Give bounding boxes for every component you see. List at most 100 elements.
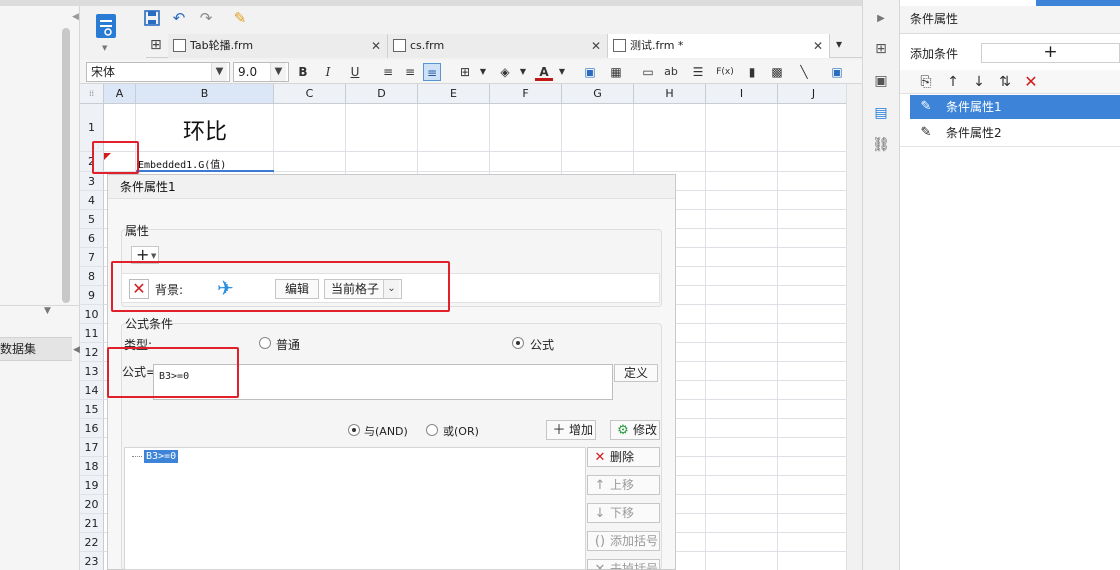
grid-view-icon[interactable]: ⊞ <box>150 37 162 53</box>
row-header[interactable]: 9 <box>80 286 104 305</box>
arrow-up-icon[interactable]: ↑ <box>943 72 963 92</box>
row-header[interactable]: 14 <box>80 381 104 400</box>
condition-attribute-icon[interactable]: ▤ <box>872 104 890 122</box>
column-header-a[interactable]: A <box>104 84 136 104</box>
column-header-b[interactable]: B <box>136 84 274 104</box>
collapse-left-arrow-icon[interactable]: ◀ <box>72 12 79 22</box>
expand-right-arrow-icon[interactable]: ▶ <box>872 10 890 28</box>
sub-report-icon[interactable]: ▣ <box>828 63 846 81</box>
type-normal-radio[interactable] <box>259 337 271 349</box>
chart-icon[interactable]: ▮ <box>743 63 761 81</box>
image-icon[interactable]: ▩ <box>768 63 786 81</box>
hyperlink-icon[interactable]: ⛓ <box>872 136 890 154</box>
chevron-down-icon[interactable]: ▼ <box>514 63 532 81</box>
column-header-j[interactable]: J <box>778 84 850 104</box>
left-panel-scrollbar[interactable] <box>62 28 70 303</box>
row-header[interactable]: 18 <box>80 457 104 476</box>
cell-b1[interactable]: 环比 <box>136 114 274 146</box>
italic-button[interactable]: I <box>319 63 337 81</box>
align-left-icon[interactable]: ≡ <box>379 63 397 81</box>
border-icon[interactable]: ⊞ <box>456 63 474 81</box>
report-logo-icon[interactable] <box>94 12 118 42</box>
font-color-button[interactable]: A <box>535 63 553 81</box>
row-header[interactable]: 13 <box>80 362 104 381</box>
column-header-d[interactable]: D <box>346 84 418 104</box>
insert-text-cell-button[interactable]: ab <box>662 63 680 81</box>
row-header[interactable]: 11 <box>80 324 104 343</box>
define-button[interactable]: 定义 <box>614 364 658 382</box>
close-tab-icon[interactable]: ✕ <box>591 34 601 58</box>
close-tab-icon[interactable]: ✕ <box>371 34 381 58</box>
font-size-select[interactable]: 9.0 ▼ <box>233 62 289 82</box>
tab-cs[interactable]: cs.frm ✕ <box>388 34 608 58</box>
row-header[interactable]: 19 <box>80 476 104 495</box>
chevron-down-icon[interactable]: ▼ <box>151 252 156 260</box>
merge-cell-icon[interactable]: ▦ <box>607 63 625 81</box>
row-header[interactable]: 3 <box>80 172 104 191</box>
chevron-down-icon[interactable]: ▼ <box>474 63 492 81</box>
slash-cell-icon[interactable]: ╲ <box>795 63 813 81</box>
insert-text-icon[interactable]: ▭ <box>639 63 657 81</box>
cell-property-icon[interactable]: ▣ <box>872 72 890 90</box>
row-header[interactable]: 6 <box>80 229 104 248</box>
row-header[interactable]: 16 <box>80 419 104 438</box>
row-header[interactable]: 17 <box>80 438 104 457</box>
condition-list[interactable] <box>124 447 586 570</box>
sheet-scrollbar[interactable] <box>846 84 862 570</box>
move-down-button[interactable]: ↓ 下移 <box>587 503 660 523</box>
row-header[interactable]: 7 <box>80 248 104 267</box>
collapse-arrow-icon[interactable]: ◀ <box>73 345 80 355</box>
column-header-h[interactable]: H <box>634 84 706 104</box>
row-header[interactable]: 4 <box>80 191 104 210</box>
column-header-f[interactable]: F <box>490 84 562 104</box>
condition-item-1[interactable]: ✎ 条件属性1 <box>910 95 1120 119</box>
cell-b2[interactable]: Embedded1.G(值) <box>138 156 226 171</box>
move-up-button[interactable]: ↑ 上移 <box>587 475 660 495</box>
format-brush-icon[interactable]: ✎ <box>230 8 250 28</box>
add-bracket-button[interactable]: () 添加括号 <box>587 531 660 551</box>
delete-x-icon[interactable]: ✕ <box>1021 72 1041 92</box>
underline-button[interactable]: U <box>346 63 364 81</box>
column-header-i[interactable]: I <box>706 84 778 104</box>
align-right-icon[interactable]: ≡ <box>423 63 441 81</box>
type-formula-radio[interactable] <box>512 337 524 349</box>
add-condition-button[interactable]: + <box>981 43 1120 63</box>
dataset-tab[interactable]: 数据集 <box>0 337 72 361</box>
remove-bracket-button[interactable]: ✕ 去掉括号 <box>587 559 660 570</box>
arrow-down-icon[interactable]: ↓ <box>969 72 989 92</box>
or-radio[interactable] <box>426 424 438 436</box>
align-center-icon[interactable]: ≡ <box>401 63 419 81</box>
bold-button[interactable]: B <box>294 63 312 81</box>
tab-test[interactable]: 测试.frm * ✕ <box>608 34 830 58</box>
row-header[interactable]: 15 <box>80 400 104 419</box>
layout-icon[interactable]: ⊞ <box>872 40 890 58</box>
select-all-corner[interactable]: ⁞⁞ <box>80 84 104 104</box>
formula-button[interactable]: F(x) <box>714 63 736 81</box>
font-family-select[interactable]: 宋体 ▼ <box>86 62 230 82</box>
chevron-down-icon[interactable]: ▼ <box>553 63 571 81</box>
tab-tab-carousel[interactable]: Tab轮播.frm ✕ <box>168 34 388 58</box>
insert-cell-icon[interactable]: ▣ <box>581 63 599 81</box>
paragraph-icon[interactable]: ☰ <box>689 63 707 81</box>
and-radio[interactable] <box>348 424 360 436</box>
add-condition-row-button[interactable]: ＋增加 <box>546 420 596 440</box>
fill-color-icon[interactable]: ◈ <box>496 63 514 81</box>
row-header[interactable]: 21 <box>80 514 104 533</box>
expand-down-arrow-icon[interactable]: ▼ <box>44 306 51 316</box>
row-header[interactable]: 23 <box>80 552 104 570</box>
tab-overflow-icon[interactable]: ▾ <box>836 37 842 51</box>
column-header-g[interactable]: G <box>562 84 634 104</box>
undo-icon[interactable]: ↶ <box>169 8 189 28</box>
logo-caret-icon[interactable]: ▼ <box>102 44 107 52</box>
row-header[interactable]: 22 <box>80 533 104 552</box>
modify-button[interactable]: ⚙ 修改 <box>610 420 660 440</box>
condition-list-item[interactable]: B3>=0 <box>144 450 179 463</box>
row-header[interactable]: 20 <box>80 495 104 514</box>
close-tab-icon[interactable]: ✕ <box>813 34 823 58</box>
reorder-icon[interactable]: ⇅ <box>995 72 1015 92</box>
row-header[interactable]: 10 <box>80 305 104 324</box>
row-header[interactable]: 5 <box>80 210 104 229</box>
condition-item-2[interactable]: ✎ 条件属性2 <box>910 121 1120 145</box>
row-header[interactable]: 12 <box>80 343 104 362</box>
column-header-c[interactable]: C <box>274 84 346 104</box>
